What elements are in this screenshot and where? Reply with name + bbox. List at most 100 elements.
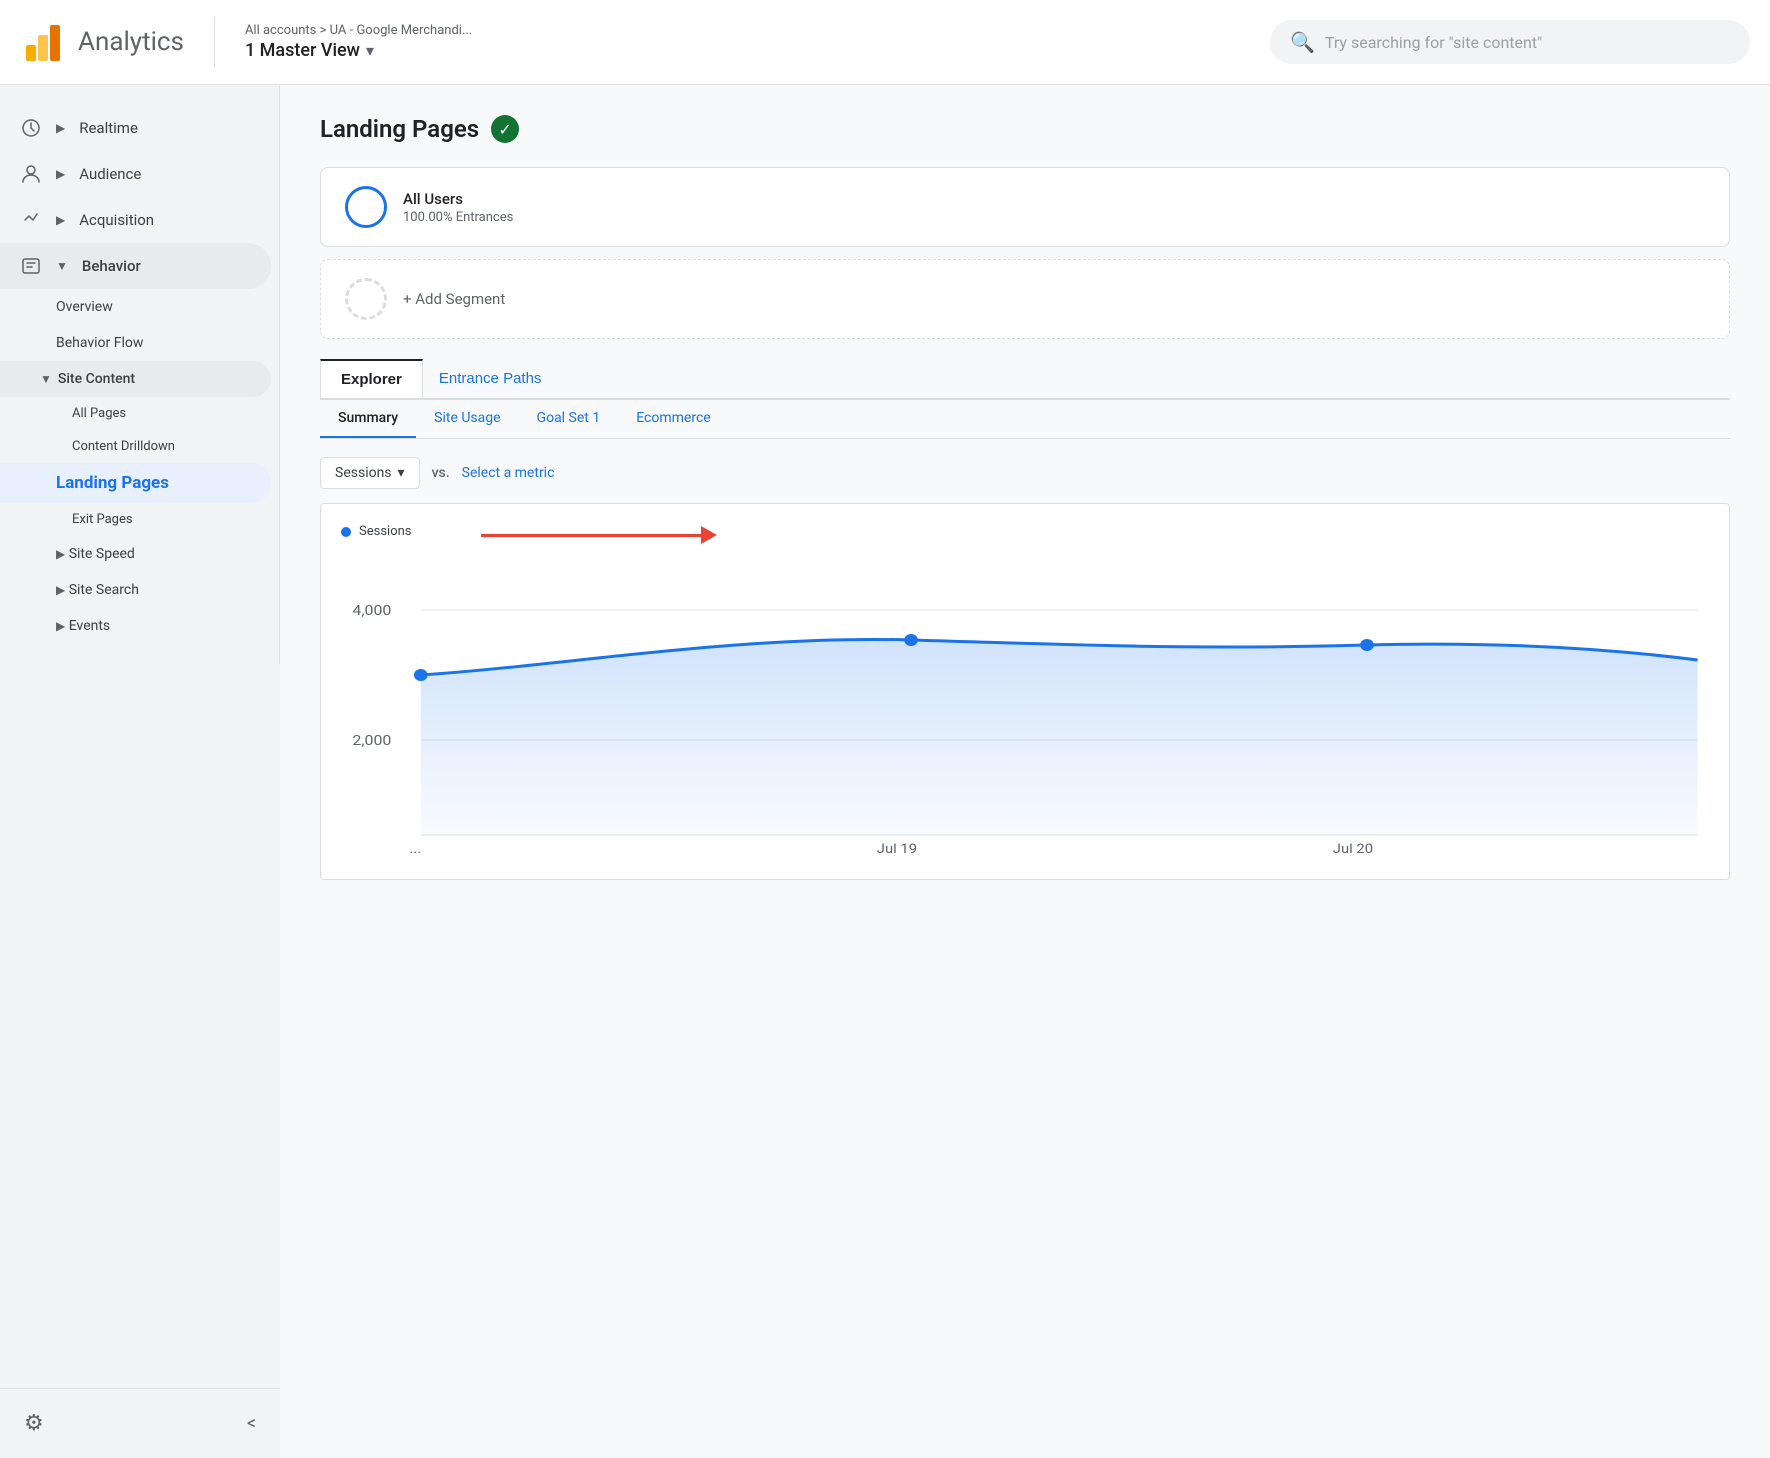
vs-text: vs. xyxy=(432,465,450,481)
inner-tab-bar: Summary Site Usage Goal Set 1 Ecommerce xyxy=(320,400,1730,439)
svg-text:4,000: 4,000 xyxy=(352,602,391,619)
sidebar-item-content-drilldown[interactable]: Content Drilldown xyxy=(0,430,271,463)
chart-point-jul19 xyxy=(904,634,918,646)
realtime-label: Realtime xyxy=(79,119,138,137)
events-arrow: ▶ xyxy=(56,619,65,633)
sessions-dropdown[interactable]: Sessions ▾ xyxy=(320,457,420,489)
chart-point-jul20 xyxy=(1360,639,1374,651)
site-content-label: Site Content xyxy=(58,371,135,387)
all-users-segment-card: All Users 100.00% Entrances xyxy=(320,167,1730,247)
all-users-sub: 100.00% Entrances xyxy=(403,210,513,225)
body-layout: ▶ Realtime ▶ Audience ▶ Acquisition xyxy=(0,85,1770,1458)
top-header: Analytics All accounts > UA - Google Mer… xyxy=(0,0,1770,85)
checkmark-icon: ✓ xyxy=(498,120,511,139)
site-search-arrow: ▶ xyxy=(56,583,65,597)
red-arrow-line xyxy=(481,534,701,537)
add-segment-label: + Add Segment xyxy=(403,290,505,308)
all-users-name: All Users xyxy=(403,190,513,208)
select-metric-link[interactable]: Select a metric xyxy=(462,465,555,481)
audience-arrow: ▶ xyxy=(56,167,65,181)
account-info: All accounts > UA - Google Merchandi... … xyxy=(245,23,472,61)
arrow-annotation xyxy=(481,526,717,544)
sidebar-item-all-pages[interactable]: All Pages xyxy=(0,397,271,430)
acquisition-label: Acquisition xyxy=(79,211,154,229)
svg-text:2,000: 2,000 xyxy=(352,732,391,749)
sidebar-item-overview[interactable]: Overview xyxy=(0,289,271,325)
subtab-goal-set-1[interactable]: Goal Set 1 xyxy=(519,400,619,438)
content-drilldown-label: Content Drilldown xyxy=(72,439,175,454)
sessions-dropdown-label: Sessions xyxy=(335,465,392,481)
landing-pages-label: Landing Pages xyxy=(56,473,169,493)
chart-fill-area xyxy=(421,639,1698,835)
search-placeholder-text: Try searching for "site content" xyxy=(1325,33,1542,52)
behavior-flow-label: Behavior Flow xyxy=(56,335,143,351)
site-speed-arrow: ▶ xyxy=(56,547,65,561)
sessions-chart-svg: 4,000 2,000 xyxy=(341,555,1709,855)
chart-point-start xyxy=(414,669,428,681)
overview-label: Overview xyxy=(56,299,113,315)
events-label: Events xyxy=(69,618,110,634)
sidebar-item-acquisition[interactable]: ▶ Acquisition xyxy=(0,197,271,243)
tab-entrance-paths[interactable]: Entrance Paths xyxy=(423,360,558,397)
chevron-down-icon: ▾ xyxy=(366,41,374,60)
account-selector[interactable]: 1 Master View ▾ xyxy=(245,40,472,61)
sidebar-item-behavior[interactable]: ▼ Behavior xyxy=(0,243,271,289)
sidebar: ▶ Realtime ▶ Audience ▶ Acquisition xyxy=(0,85,280,664)
page-title: Landing Pages xyxy=(320,115,479,143)
subtab-site-usage[interactable]: Site Usage xyxy=(416,400,518,438)
add-segment-circle xyxy=(345,278,387,320)
tab-explorer[interactable]: Explorer xyxy=(320,359,423,398)
sessions-dropdown-chevron: ▾ xyxy=(398,465,405,481)
page-title-area: Landing Pages ✓ xyxy=(320,115,1730,143)
account-selector-label: 1 Master View xyxy=(245,40,360,61)
legend-dot xyxy=(341,527,351,537)
svg-text:Jul 20: Jul 20 xyxy=(1333,842,1373,855)
behavior-label: Behavior xyxy=(82,257,141,275)
svg-text:...: ... xyxy=(409,842,421,855)
breadcrumb: All accounts > UA - Google Merchandi... xyxy=(245,23,472,38)
clock-icon xyxy=(20,117,42,139)
analytics-logo-icon xyxy=(20,19,66,65)
sidebar-item-realtime[interactable]: ▶ Realtime xyxy=(0,105,271,151)
add-segment-card[interactable]: + Add Segment xyxy=(320,259,1730,339)
main-content: Landing Pages ✓ All Users 100.00% Entran… xyxy=(280,85,1770,1458)
metric-controls: Sessions ▾ vs. Select a metric xyxy=(320,457,1730,489)
sidebar-item-site-speed[interactable]: ▶ Site Speed xyxy=(0,536,271,572)
site-search-label: Site Search xyxy=(69,582,139,598)
all-users-circle xyxy=(345,186,387,228)
sidebar-item-behavior-flow[interactable]: Behavior Flow xyxy=(0,325,271,361)
svg-text:Jul 19: Jul 19 xyxy=(877,842,917,855)
sidebar-item-site-content[interactable]: ▼ Site Content xyxy=(0,361,271,397)
legend-label: Sessions xyxy=(359,524,412,539)
all-pages-label: All Pages xyxy=(72,406,126,421)
sidebar-item-landing-pages[interactable]: Landing Pages xyxy=(0,463,271,503)
acquisition-icon xyxy=(20,209,42,231)
sidebar-item-audience[interactable]: ▶ Audience xyxy=(0,151,271,197)
outer-tab-bar: Explorer Entrance Paths xyxy=(320,359,1730,400)
all-users-info: All Users 100.00% Entrances xyxy=(403,190,513,225)
settings-icon[interactable]: ⚙ xyxy=(24,1411,44,1436)
exit-pages-label: Exit Pages xyxy=(72,512,133,527)
app-title: Analytics xyxy=(78,27,184,57)
sidebar-item-events[interactable]: ▶ Events xyxy=(0,608,271,644)
subtab-summary[interactable]: Summary xyxy=(320,400,416,438)
search-icon: 🔍 xyxy=(1290,30,1315,54)
sidebar-item-exit-pages[interactable]: Exit Pages xyxy=(0,503,271,536)
realtime-arrow: ▶ xyxy=(56,121,65,135)
verified-badge: ✓ xyxy=(491,115,519,143)
audience-label: Audience xyxy=(79,165,141,183)
sidebar-wrapper: ▶ Realtime ▶ Audience ▶ Acquisition xyxy=(0,85,280,1458)
header-divider xyxy=(214,17,215,67)
person-icon xyxy=(20,163,42,185)
sidebar-bottom: ⚙ < xyxy=(0,1388,280,1458)
subtab-ecommerce[interactable]: Ecommerce xyxy=(618,400,728,438)
logo-area: Analytics xyxy=(20,19,184,65)
search-bar[interactable]: 🔍 Try searching for "site content" xyxy=(1270,20,1750,64)
sidebar-item-site-search[interactable]: ▶ Site Search xyxy=(0,572,271,608)
site-content-arrow: ▼ xyxy=(40,372,52,386)
collapse-sidebar-icon[interactable]: < xyxy=(247,1413,256,1434)
behavior-arrow: ▼ xyxy=(56,259,68,273)
red-arrowhead-icon xyxy=(701,526,717,544)
acquisition-arrow: ▶ xyxy=(56,213,65,227)
site-speed-label: Site Speed xyxy=(69,546,135,562)
